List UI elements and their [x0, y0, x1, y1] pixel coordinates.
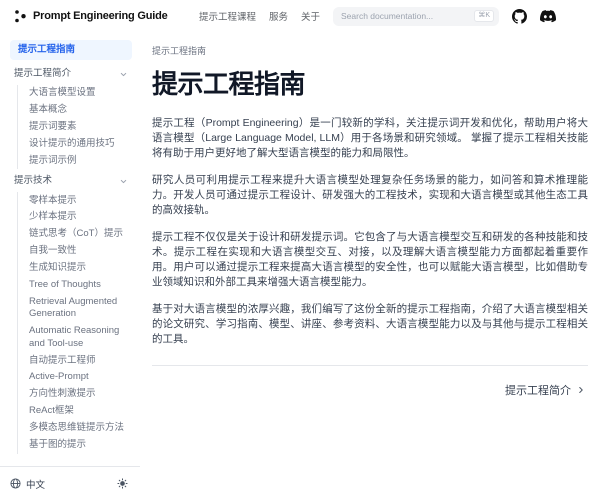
sidebar-item-art[interactable]: Automatic Reasoning and Tool-use: [27, 323, 132, 352]
theme-toggle-sun-icon[interactable]: [117, 478, 128, 489]
page-title: 提示工程指南: [152, 64, 588, 101]
search-input[interactable]: [341, 11, 474, 21]
language-switcher[interactable]: 中文: [10, 477, 45, 491]
sidebar-item-self-consistency[interactable]: 自我一致性: [27, 243, 132, 260]
chevron-down-icon: [119, 70, 128, 79]
paragraph-3: 提示工程不仅仅是关于设计和研发提示词。它包含了与大语言模型交互和研发的各种技能和…: [152, 230, 588, 290]
sidebar-nav: 提示工程指南 提示工程简介 大语言模型设置 基本概念 提示词要素 设计提示的通用…: [0, 32, 140, 466]
sidebar-item-tips[interactable]: 设计提示的通用技巧: [27, 136, 132, 153]
nav-link-course[interactable]: 提示工程课程: [199, 9, 256, 23]
sidebar-group-techniques: 零样本提示 少样本提示 链式思考（CoT）提示 自我一致性 生成知识提示 Tre…: [17, 192, 132, 453]
sidebar-item-knowledge[interactable]: 生成知识提示: [27, 260, 132, 277]
paragraph-4: 基于对大语言模型的浓厚兴趣，我们编写了这份全新的提示工程指南，介绍了大语言模型相…: [152, 302, 588, 347]
sidebar-item-rag[interactable]: Retrieval Augmented Generation: [27, 294, 132, 323]
sidebar-item-dsp[interactable]: 方向性刺激提示: [27, 386, 132, 403]
chevron-down-icon: [119, 177, 128, 186]
sidebar-section-techniques-label: 提示技术: [14, 175, 52, 187]
sidebar-item-zeroshot[interactable]: 零样本提示: [27, 192, 132, 209]
sidebar-item-active-prompt[interactable]: Active-Prompt: [27, 369, 132, 386]
main-content: 提示工程指南 提示工程指南 提示工程（Prompt Engineering）是一…: [140, 32, 600, 398]
sidebar-item-react[interactable]: ReAct框架: [27, 403, 132, 420]
search-box[interactable]: ⌘K: [333, 7, 499, 26]
sidebar-item-guide-active[interactable]: 提示工程指南: [10, 40, 132, 60]
discord-icon[interactable]: [540, 10, 556, 23]
brand-title: Prompt Engineering Guide: [33, 10, 168, 22]
globe-icon: [10, 478, 21, 489]
sidebar-item-graph-prompting[interactable]: 基于图的提示: [27, 437, 132, 454]
nav-link-services[interactable]: 服务: [269, 9, 288, 23]
logo-dots-icon: [14, 8, 27, 24]
pagination: 提示工程简介: [152, 366, 588, 398]
github-icon[interactable]: [512, 9, 527, 24]
sidebar-item-examples[interactable]: 提示词示例: [27, 153, 132, 170]
sidebar-item-tot[interactable]: Tree of Thoughts: [27, 277, 132, 294]
sidebar-item-multimodal-cot[interactable]: 多模态思维链提示方法: [27, 420, 132, 437]
next-page-label: 提示工程简介: [505, 382, 571, 398]
next-page-link[interactable]: 提示工程简介: [505, 382, 586, 398]
sidebar-item-basics[interactable]: 基本概念: [27, 102, 132, 119]
nav-link-about[interactable]: 关于: [301, 9, 320, 23]
sidebar-item-elements[interactable]: 提示词要素: [27, 119, 132, 136]
sidebar-section-techniques[interactable]: 提示技术: [10, 172, 132, 190]
brand-logo-link[interactable]: Prompt Engineering Guide: [14, 8, 168, 24]
sidebar-item-ape[interactable]: 自动提示工程师: [27, 352, 132, 369]
sidebar-item-llm-settings[interactable]: 大语言模型设置: [27, 85, 132, 102]
paragraph-1: 提示工程（Prompt Engineering）是一门较新的学科，关注提示词开发…: [152, 116, 588, 161]
top-header: Prompt Engineering Guide 提示工程课程 服务 关于 ⌘K: [0, 0, 600, 32]
breadcrumb: 提示工程指南: [152, 44, 588, 57]
sidebar-item-fewshot[interactable]: 少样本提示: [27, 209, 132, 226]
sidebar-footer: 中文: [0, 466, 140, 500]
paragraph-2: 研究人员可利用提示工程来提升大语言模型处理复杂任务场景的能力，如问答和算术推理能…: [152, 173, 588, 218]
sidebar-item-cot[interactable]: 链式思考（CoT）提示: [27, 226, 132, 243]
search-shortcut-kbd: ⌘K: [474, 10, 494, 22]
chevron-right-icon: [576, 385, 586, 395]
language-label: 中文: [26, 477, 45, 491]
sidebar-section-intro-label: 提示工程简介: [14, 68, 71, 80]
sidebar-section-intro[interactable]: 提示工程简介: [10, 65, 132, 83]
sidebar-group-intro: 大语言模型设置 基本概念 提示词要素 设计提示的通用技巧 提示词示例: [17, 85, 132, 169]
